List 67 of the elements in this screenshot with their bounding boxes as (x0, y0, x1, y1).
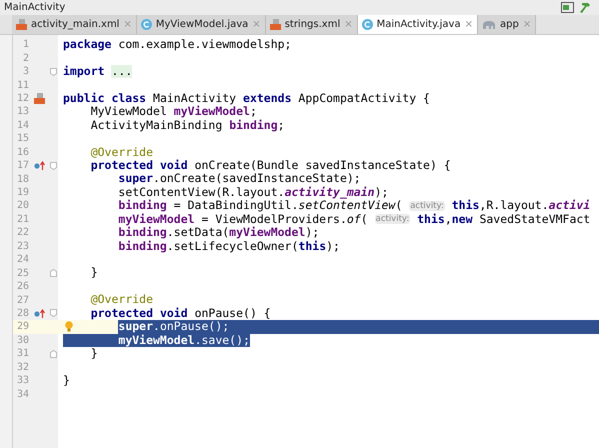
code-line: setContentView(R.layout.activity_main); (117, 186, 388, 200)
class-icon (140, 19, 152, 30)
code-line: import ... (63, 64, 132, 78)
code-line: @Override (90, 293, 154, 307)
fold-icon[interactable] (50, 269, 57, 278)
line-number: 21 (16, 214, 29, 225)
line-number: 29 (16, 321, 29, 332)
code-line: } (63, 374, 70, 388)
code-line: super.onCreate(savedInstanceState); (117, 172, 361, 186)
code-line: super.onPause(); (117, 320, 230, 334)
line-number: 31 (16, 348, 29, 360)
file-tab[interactable]: MyViewModel.java × (136, 15, 266, 34)
code-line: } (90, 347, 98, 360)
line-number: 3 (22, 66, 29, 78)
line-number: 25 (16, 268, 29, 279)
device-icon[interactable] (561, 2, 574, 13)
file-tab[interactable]: MainActivity.java × (358, 15, 478, 34)
line-number: 27 (16, 294, 29, 306)
elephant-icon (482, 20, 496, 30)
fold-icon[interactable] (50, 309, 57, 318)
layout-file-icon (34, 92, 44, 104)
line-number: 20 (16, 200, 29, 212)
line-number: 15 (16, 133, 29, 144)
class-icon (362, 19, 373, 30)
code-line: protected void onPause() { (90, 306, 271, 320)
line-number: 32 (16, 362, 29, 373)
code-line: public class MainActivity extends AppCompatActivity { (63, 92, 430, 106)
lightbulb-icon[interactable] (65, 321, 73, 332)
line-number: 2 (22, 52, 29, 64)
file-tab[interactable]: app × (478, 15, 536, 34)
layout-file-icon (16, 19, 27, 30)
code-line: myViewModel.save(); (63, 334, 250, 348)
line-number: 26 (16, 281, 29, 292)
fold-icon[interactable] (50, 350, 57, 358)
line-number: 24 (16, 254, 29, 266)
fold-icon[interactable] (50, 68, 57, 76)
window-title: MainActivity (4, 2, 66, 13)
line-number: 14 (16, 120, 29, 131)
layout-file-icon (270, 19, 281, 30)
line-number: 19 (16, 187, 29, 198)
line-number: 28 (16, 308, 29, 319)
line-number: 12 (16, 92, 29, 104)
code-line: binding.setData(myViewModel); (117, 226, 320, 240)
line-number: 22 (16, 227, 29, 238)
line-number: 30 (16, 334, 29, 346)
line-number: 13 (16, 106, 29, 118)
line-number: 33 (16, 375, 29, 386)
file-tab[interactable]: activity_main.xml × (12, 15, 137, 34)
file-tab[interactable]: strings.xml × (266, 15, 358, 34)
line-number: 11 (16, 80, 29, 91)
line-number: 16 (16, 146, 29, 158)
hammer-icon[interactable] (580, 2, 593, 14)
line-number: 23 (16, 240, 29, 252)
line-number: 18 (16, 174, 29, 185)
code-line: myViewModel = ViewModelProviders.of( activity: this,new SavedStateVMFact (117, 212, 590, 226)
line-number: 1 (22, 39, 29, 50)
fold-icon[interactable] (50, 162, 57, 170)
code-line: MyViewModel myViewModel; (90, 105, 257, 119)
code-line: protected void onCreate(Bundle savedInstanceState) { (90, 158, 451, 172)
code-line: package com.example.viewmodelshp; (63, 38, 292, 52)
line-number: 34 (16, 388, 29, 400)
code-line: @Override (90, 146, 154, 159)
line-number: 17 (16, 160, 29, 172)
code-line: } (90, 266, 98, 280)
code-line: binding.setLifecycleOwner(this); (117, 240, 340, 253)
code-line: binding = DataBindingUtil.setContentView( activity: this,R.layout.activi (117, 199, 590, 213)
code-line: ActivityMainBinding binding; (90, 118, 285, 132)
